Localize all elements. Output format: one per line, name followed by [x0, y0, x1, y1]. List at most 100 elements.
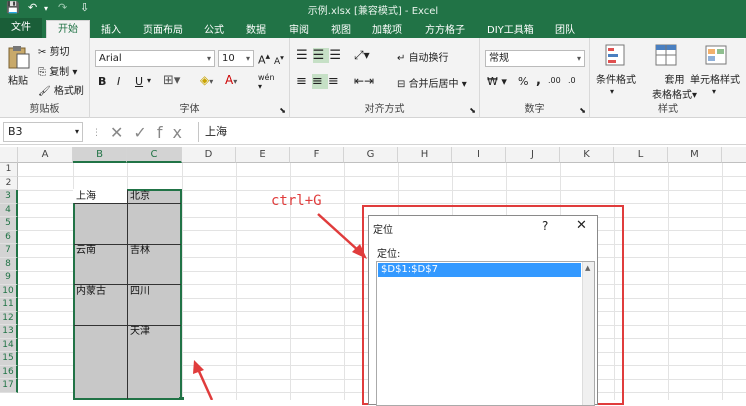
scrollbar[interactable]: ▲: [582, 262, 594, 405]
row-header-15[interactable]: 15: [0, 352, 18, 366]
paste-icon[interactable]: [6, 44, 32, 70]
currency-button[interactable]: ₩ ▾: [487, 75, 507, 88]
horizontal-align-icons[interactable]: ≡≡≡: [296, 74, 344, 89]
scroll-up-icon[interactable]: ▲: [585, 264, 590, 272]
row-header-6[interactable]: 6: [0, 230, 18, 244]
tab-insert[interactable]: 插入: [101, 21, 121, 36]
format-painter-button[interactable]: 🖌 格式刷: [38, 82, 84, 97]
col-header-e[interactable]: E: [236, 147, 290, 163]
cell-b7[interactable]: 云南: [76, 244, 96, 257]
col-header-h[interactable]: H: [398, 147, 452, 163]
row-header-1[interactable]: 1: [0, 163, 18, 177]
underline-dropdown-icon[interactable]: ▾: [147, 76, 151, 85]
col-header-f[interactable]: F: [290, 147, 344, 163]
cell-styles-button[interactable]: 单元格样式 ▾: [690, 71, 740, 97]
col-header-j[interactable]: J: [506, 147, 560, 163]
row-header-17[interactable]: 17: [0, 379, 18, 393]
vertical-align-icons[interactable]: ☰☰☰: [296, 48, 346, 63]
formula-bar-icons[interactable]: ✕✓fx: [110, 123, 192, 142]
currency-icon: ₩: [487, 75, 498, 88]
row-header-14[interactable]: 14: [0, 338, 18, 352]
phonetic-button[interactable]: wén ▾: [258, 73, 275, 91]
wrap-text-button[interactable]: ↵ 自动换行: [397, 49, 449, 64]
name-box[interactable]: B3 ▾: [3, 122, 83, 142]
col-header-a[interactable]: A: [18, 147, 73, 163]
col-header-i[interactable]: I: [452, 147, 506, 163]
col-header-m[interactable]: M: [668, 147, 722, 163]
decrease-decimal-button[interactable]: .0: [568, 76, 576, 85]
fill-color-icon[interactable]: ◈▾: [200, 73, 213, 87]
copy-button[interactable]: ⎘ 复制 ▾: [38, 63, 77, 78]
tab-view[interactable]: 视图: [331, 21, 351, 36]
row-header-13[interactable]: 13: [0, 325, 18, 339]
number-format-select[interactable]: 常规 ▾: [485, 50, 585, 67]
tab-review[interactable]: 审阅: [289, 21, 309, 36]
tab-team[interactable]: 团队: [555, 21, 575, 36]
conditional-format-icon[interactable]: [604, 43, 630, 69]
goto-list[interactable]: $D$1:$D$7 ▲: [376, 261, 595, 406]
underline-button[interactable]: U: [135, 75, 143, 88]
bold-button[interactable]: B: [98, 75, 106, 88]
tab-home[interactable]: 开始: [46, 20, 90, 38]
tab-fangfang[interactable]: 方方格子: [425, 21, 465, 36]
close-button[interactable]: ✕: [576, 218, 587, 233]
percent-button[interactable]: %: [518, 75, 528, 88]
grow-font-button[interactable]: A▴: [258, 51, 270, 67]
tab-diy-toolbox[interactable]: DIY工具箱: [487, 21, 534, 36]
number-format-value: 常规: [489, 53, 509, 64]
tab-data[interactable]: 数据: [246, 21, 266, 36]
row-header-9[interactable]: 9: [0, 271, 18, 285]
cell-styles-icon[interactable]: [704, 43, 730, 69]
help-button[interactable]: ?: [542, 219, 548, 233]
cell-b3[interactable]: 上海: [76, 190, 96, 203]
cell-c7[interactable]: 吉林: [130, 244, 150, 257]
paste-button-label[interactable]: 粘贴: [8, 72, 28, 87]
format-as-table-icon[interactable]: [654, 43, 680, 69]
cell-b10[interactable]: 内蒙古: [76, 285, 106, 298]
tab-formulas[interactable]: 公式: [204, 21, 224, 36]
select-all-corner[interactable]: [0, 147, 18, 163]
row-header-11[interactable]: 11: [0, 298, 18, 312]
cell-c3[interactable]: 北京: [130, 190, 150, 203]
goto-list-item[interactable]: $D$1:$D$7: [378, 263, 581, 277]
col-header-g[interactable]: G: [344, 147, 398, 163]
borders-icon[interactable]: ⊞▾: [163, 73, 180, 88]
tab-addins[interactable]: 加载项: [372, 21, 402, 36]
conditional-format-button[interactable]: 条件格式 ▾: [596, 71, 636, 97]
font-color-icon[interactable]: A▾: [225, 73, 237, 87]
italic-button[interactable]: I: [117, 75, 120, 88]
row-header-10[interactable]: 10: [0, 284, 18, 298]
formula-input[interactable]: 上海: [198, 122, 746, 142]
shrink-font-button[interactable]: A▾: [274, 53, 284, 67]
col-header-n[interactable]: [722, 147, 746, 163]
col-header-b[interactable]: B: [73, 147, 127, 163]
row-header-8[interactable]: 8: [0, 257, 18, 271]
font-name-select[interactable]: Arial ▾: [95, 50, 215, 67]
alignment-dialog-launcher-icon[interactable]: ⬊: [469, 106, 476, 115]
col-header-d[interactable]: D: [182, 147, 236, 163]
font-dialog-launcher-icon[interactable]: ⬊: [279, 106, 286, 115]
font-size-select[interactable]: 10 ▾: [218, 50, 254, 67]
cell-c10[interactable]: 四川: [130, 285, 150, 298]
indent-icons[interactable]: ⇤⇥: [354, 74, 374, 88]
row-header-7[interactable]: 7: [0, 244, 18, 258]
row-header-12[interactable]: 12: [0, 311, 18, 325]
orientation-icon[interactable]: ⤢▾: [354, 48, 370, 63]
row-header-2[interactable]: 2: [0, 176, 18, 190]
cut-button[interactable]: ✂ 剪切: [38, 43, 70, 58]
formula-bar-drag-handle[interactable]: ⋮: [92, 128, 101, 138]
merge-center-button[interactable]: ⊟ 合并后居中 ▾: [397, 75, 467, 90]
comma-button[interactable]: ,: [536, 73, 541, 88]
row-header-16[interactable]: 16: [0, 365, 18, 379]
increase-decimal-button[interactable]: .00: [548, 76, 561, 85]
row-header-5[interactable]: 5: [0, 217, 18, 231]
row-header-4[interactable]: 4: [0, 203, 18, 217]
number-dialog-launcher-icon[interactable]: ⬊: [579, 106, 586, 115]
col-header-l[interactable]: L: [614, 147, 668, 163]
col-header-k[interactable]: K: [560, 147, 614, 163]
tab-page-layout[interactable]: 页面布局: [143, 21, 183, 36]
row-header-3[interactable]: 3: [0, 190, 18, 204]
tab-file[interactable]: 文件: [0, 18, 42, 38]
col-header-c[interactable]: C: [127, 147, 182, 163]
cell-c13[interactable]: 天津: [130, 325, 150, 338]
